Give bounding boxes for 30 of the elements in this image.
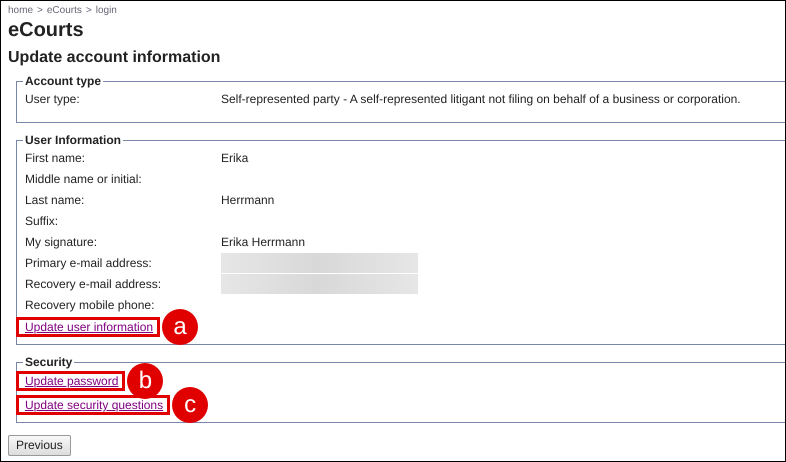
- breadcrumb-separator: >: [37, 4, 43, 18]
- field-value: Herrmann: [221, 192, 274, 208]
- breadcrumb-link[interactable]: home: [8, 3, 34, 18]
- field-label: Suffix:: [25, 212, 60, 230]
- callout-marker: a: [162, 309, 198, 345]
- field-value: Erika: [221, 150, 248, 166]
- field-label: First name:: [25, 150, 86, 166]
- field-label: Recovery e-mail address:: [25, 276, 162, 292]
- field-label: Recovery mobile phone:: [25, 296, 156, 314]
- link[interactable]: Update password: [25, 374, 118, 388]
- field-value: Erika Herrmann: [221, 234, 306, 250]
- field-label: My signature:: [25, 234, 98, 250]
- field-value: Self-represented party - A self-represented litigant not filing on behalf of a business or corporation.: [221, 90, 741, 108]
- link[interactable]: Update user information: [25, 320, 154, 334]
- section-legend: Security: [23, 355, 74, 369]
- page-heading: Update account information: [8, 48, 222, 68]
- field-label: Primary e-mail address:: [25, 254, 153, 272]
- site-title: eCourts: [8, 18, 85, 42]
- previous-button[interactable]: Previous: [8, 434, 71, 456]
- callout-marker: c: [172, 387, 208, 423]
- breadcrumb-link[interactable]: login: [96, 3, 117, 18]
- field-label: Last name:: [25, 192, 86, 208]
- link[interactable]: Update security questions: [25, 398, 164, 412]
- breadcrumb-link[interactable]: eCourts: [46, 3, 82, 18]
- field-label: User type:: [25, 90, 81, 108]
- breadcrumb-separator: >: [86, 4, 92, 18]
- field-label: Middle name or initial:: [25, 170, 143, 188]
- section-legend: Account type: [23, 74, 104, 88]
- callout-marker: b: [127, 363, 164, 399]
- section-legend: User Information: [23, 133, 124, 147]
